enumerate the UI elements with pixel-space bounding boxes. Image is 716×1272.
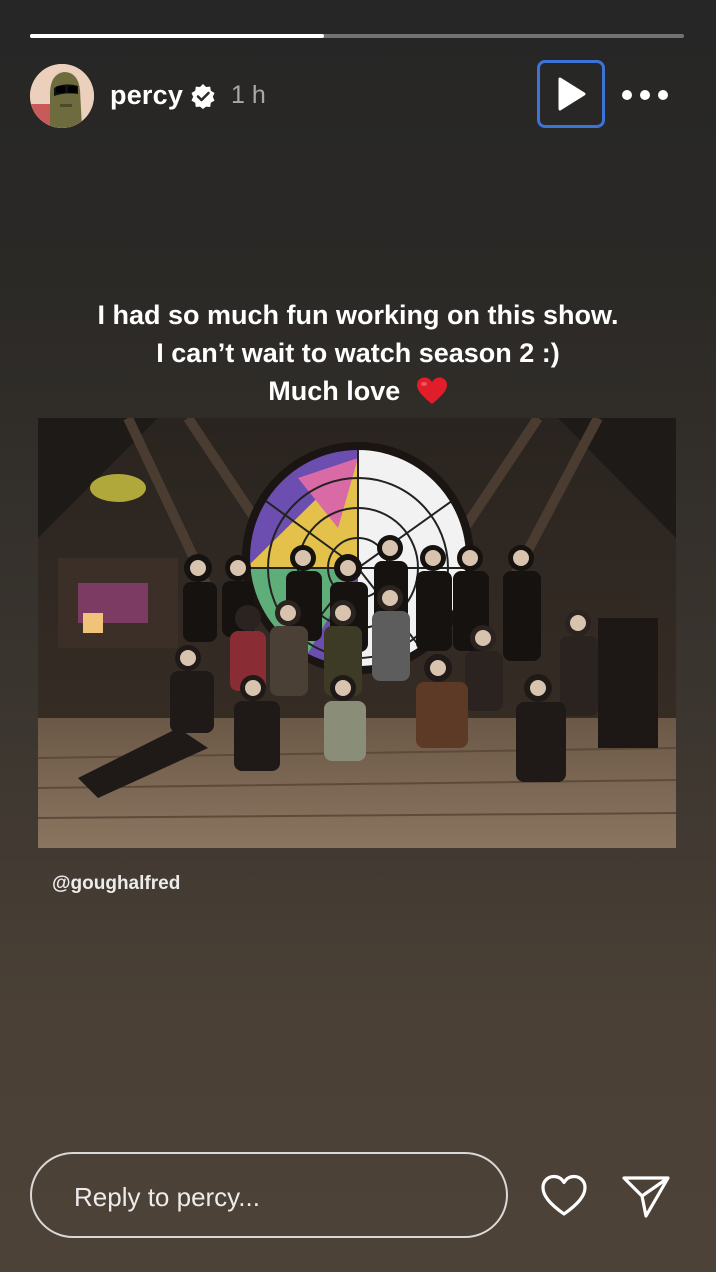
username[interactable]: percy [110,80,183,111]
more-options-button[interactable] [622,80,668,110]
share-button[interactable] [618,1168,674,1224]
like-button[interactable] [536,1168,592,1224]
caption-line-with-emoji: Much love [0,372,716,410]
play-icon [558,77,586,111]
story-header: percy 1 h [30,60,684,128]
story-timestamp: 1 h [231,81,266,109]
avatar-image [30,64,94,128]
caption-line: I can’t wait to watch season 2 :) [156,338,560,368]
caption-line: I had so much fun working on this show. [97,300,619,330]
more-icon-dot [640,90,650,100]
more-icon-dot [622,90,632,100]
story-photo [38,418,676,848]
verified-badge-icon [191,84,215,109]
photo-credit-tag[interactable]: @goughalfred [52,873,180,895]
heart-emoji-icon [416,377,447,404]
story-progress-bar [30,34,684,38]
reply-placeholder: Reply to percy... [74,1182,260,1212]
avatar[interactable] [30,64,94,128]
heart-icon [541,1174,587,1216]
cast-group-photo [38,418,676,848]
story-caption: I had so much fun working on this show. … [0,296,716,410]
reply-input[interactable]: Reply to percy... [30,1152,508,1238]
play-button[interactable] [537,60,605,128]
more-icon-dot [658,90,668,100]
send-icon [622,1176,670,1218]
caption-line: Much love [268,376,401,406]
story-progress-fill [30,34,325,38]
